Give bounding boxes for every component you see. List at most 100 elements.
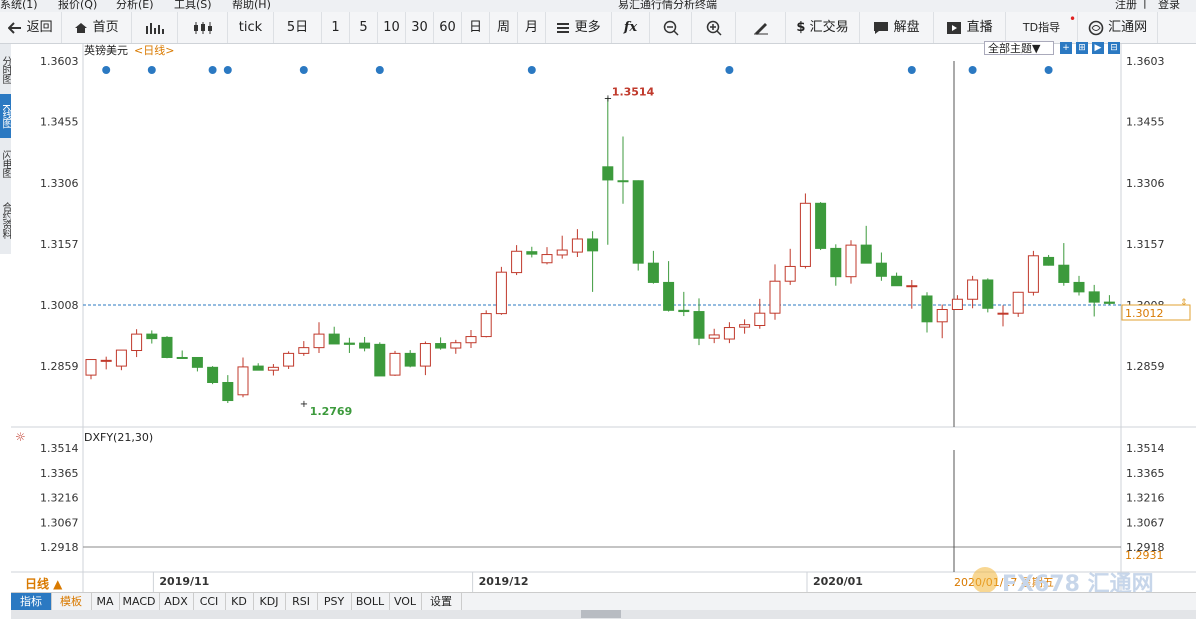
more-button[interactable]: 更多 [546,12,612,43]
period-10min[interactable]: 10 [378,12,406,43]
menu-system[interactable]: 系统(1) [0,0,38,12]
analysis-button[interactable]: 解盘 [860,12,934,43]
chat-icon [874,21,889,34]
forex-trade-button[interactable]: $ 汇交易 [786,12,860,43]
max-price-label: 1.3514 [612,85,655,98]
dxfy-tag: 1.2931 [1125,549,1164,562]
tab-macd[interactable]: MACD [119,593,160,610]
video-icon [947,21,962,34]
indicator-settings-icon[interactable]: ☼ [15,430,26,444]
period-link[interactable]: <日线> [134,44,174,57]
tick-button[interactable]: tick [228,12,274,43]
forex-trade-label: 汇交易 [809,20,849,35]
overlay: 英镑美元 <日线> 1.3514 1.2769 ☼ DXFY(21,30) 1.… [15,44,1191,591]
kline-chart[interactable]: ++ 1.3603 1.36031.3455 1.34551.3306 1.33061… [11,44,1196,592]
td-guide-button[interactable]: TD指导 • [1006,12,1078,43]
period-60min[interactable]: 60 [434,12,462,43]
tab-settings[interactable]: 设置 [421,593,462,610]
period-month[interactable]: 月 [518,12,546,43]
candle-body [283,352,295,367]
zoom-out-icon [663,20,679,36]
indicator-tabs: 指标 模板 MA MACD ADX CCI KD KDJ RSI PSY BOL… [11,592,1196,610]
formula-button[interactable]: fx [612,12,650,43]
candle-body [511,250,523,274]
tab-indicators[interactable]: 指标 [11,593,52,610]
zoom-in-button[interactable] [692,12,736,43]
menu-tools[interactable]: 工具(S) [174,0,212,12]
list-icon [557,22,570,33]
candle-body [1103,301,1115,304]
login-link[interactable]: 登录 [1158,0,1180,12]
tab-contract-info[interactable]: 合约资料 [0,190,11,250]
candle-body [374,343,386,377]
tab-kdj[interactable]: KDJ [253,593,286,610]
indicator-tick-label-left: 1.3216 [40,492,79,505]
candle-body [951,298,963,311]
period-1min[interactable]: 1 [322,12,350,43]
home-button[interactable]: 首页 [62,12,132,43]
fx678-logo-icon [1088,20,1104,35]
candle-body [556,249,568,256]
back-button[interactable]: 返回 [0,12,62,43]
chart-type-candle-button[interactable] [178,12,228,43]
event-dot [725,66,734,74]
candlestick-icon [193,21,212,34]
period-5day[interactable]: 5日 [274,12,322,43]
candle-body [237,366,249,396]
tab-kd[interactable]: KD [225,593,254,610]
candle-body [647,262,659,283]
candle-body [906,285,918,288]
menu-analysis[interactable]: 分析(E) [116,0,154,12]
candle-body [860,244,872,264]
axes: 1.3603 1.3603 1.3455 1.3455 1.3306 1.3306 1.31… [40,55,1165,592]
tab-kline[interactable]: K线图 [0,94,11,138]
period-5min[interactable]: 5 [350,12,378,43]
candle-body [328,333,340,345]
candle-body [982,279,994,309]
candle-body [343,342,355,345]
candle-body [480,313,492,338]
period-status[interactable]: 日线 ▲ [25,576,63,591]
candle-body [617,180,629,183]
chart-scrollbar[interactable] [11,610,1196,619]
candle-body [815,202,827,249]
tab-cci[interactable]: CCI [193,593,226,610]
zoom-out-button[interactable] [650,12,692,43]
menu-bar: 系统(1) 报价(Q) 分析(E) 工具(S) 帮助(H) 易汇通行情分析终端 … [0,0,1196,12]
event-dot [299,66,308,74]
td-guide-label: TD指导 [1022,21,1061,34]
indicator-tick-label-left: 1.3365 [40,467,79,480]
menu-help[interactable]: 帮助(H) [232,0,271,12]
app-title: 易汇通行情分析终端 [618,0,717,11]
scrollbar-thumb[interactable] [581,610,621,618]
tab-rsi[interactable]: RSI [285,593,318,610]
fx678-button[interactable]: 汇通网 [1078,12,1158,43]
live-button[interactable]: 直播 [934,12,1006,43]
tab-ma[interactable]: MA [91,593,120,610]
draw-tool-button[interactable] [736,12,786,43]
tab-psy[interactable]: PSY [317,593,352,610]
register-link[interactable]: 注册 [1115,0,1137,12]
period-30min[interactable]: 30 [406,12,434,43]
toolbar: 返回 首页 tick 5日 1 5 10 30 60 日 周 月 更多 fx $… [0,12,1196,44]
pencil-icon [753,22,768,35]
candle-body [1058,264,1070,283]
candle-body [663,281,675,311]
candle-body [1027,255,1039,293]
tab-adx[interactable]: ADX [159,593,194,610]
tab-timeshare[interactable]: 分时图 [0,46,11,92]
candle-body [784,265,796,282]
tab-templates[interactable]: 模板 [51,593,92,610]
period-week[interactable]: 周 [490,12,518,43]
menu-quote[interactable]: 报价(Q) [58,0,97,12]
y-tick-label-left: 1.2859 [40,360,79,373]
chart-type-bar-button[interactable] [132,12,178,43]
candle-body [450,342,462,349]
tab-boll[interactable]: BOLL [351,593,390,610]
y-tick-label-right: 1.3603 [1126,55,1165,68]
tab-lightning[interactable]: 闪电图 [0,140,11,186]
event-dot [1044,66,1053,74]
candle-body [587,238,599,252]
tab-vol[interactable]: VOL [389,593,422,610]
period-day[interactable]: 日 [462,12,490,43]
